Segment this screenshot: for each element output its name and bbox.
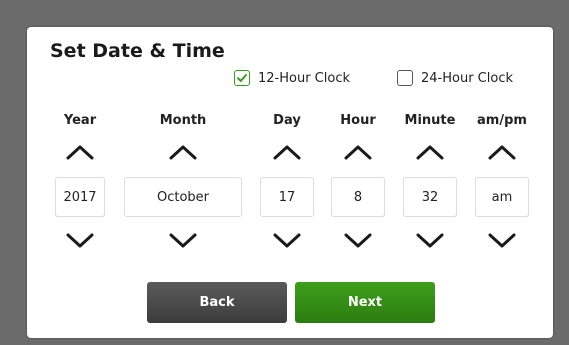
month-decrement-button[interactable] [163,227,203,255]
chevron-down-icon [273,233,301,248]
chevron-up-icon [66,145,94,160]
set-date-time-dialog: Set Date & Time 12-Hour Clock 24-Hour Cl… [27,27,553,338]
chevron-up-icon [273,145,301,160]
back-button[interactable]: Back [147,282,287,323]
chevron-down-icon [416,233,444,248]
month-value[interactable]: October [124,177,242,217]
checkmark-icon [237,74,247,82]
day-increment-button[interactable] [267,138,307,166]
chevron-up-icon [344,145,372,160]
twenty-four-hour-label: 24-Hour Clock [421,70,513,86]
ampm-value[interactable]: am [475,177,529,217]
twelve-hour-checkbox[interactable] [234,70,250,86]
next-button[interactable]: Next [295,282,435,323]
ampm-decrement-button[interactable] [482,227,522,255]
year-increment-button[interactable] [60,138,100,166]
minute-value[interactable]: 32 [403,177,457,217]
hour-header: Hour [340,113,376,128]
dialog-title: Set Date & Time [50,40,225,62]
minute-header: Minute [404,113,456,128]
twelve-hour-clock-option[interactable]: 12-Hour Clock [234,68,350,88]
twenty-four-hour-clock-option[interactable]: 24-Hour Clock [397,68,513,88]
twenty-four-hour-checkbox[interactable] [397,70,413,86]
day-value[interactable]: 17 [260,177,314,217]
hour-increment-button[interactable] [338,138,378,166]
chevron-up-icon [416,145,444,160]
chevron-down-icon [488,233,516,248]
hour-value[interactable]: 8 [331,177,385,217]
day-header: Day [273,113,301,128]
chevron-up-icon [169,145,197,160]
ampm-header: am/pm [477,113,527,128]
chevron-down-icon [169,233,197,248]
chevron-down-icon [344,233,372,248]
month-increment-button[interactable] [163,138,203,166]
year-value[interactable]: 2017 [55,177,105,217]
twelve-hour-label: 12-Hour Clock [258,70,350,86]
year-header: Year [63,113,97,128]
month-header: Month [159,113,207,128]
chevron-down-icon [66,233,94,248]
hour-decrement-button[interactable] [338,227,378,255]
minute-increment-button[interactable] [410,138,450,166]
ampm-increment-button[interactable] [482,138,522,166]
minute-decrement-button[interactable] [410,227,450,255]
year-decrement-button[interactable] [60,227,100,255]
day-decrement-button[interactable] [267,227,307,255]
chevron-up-icon [488,145,516,160]
